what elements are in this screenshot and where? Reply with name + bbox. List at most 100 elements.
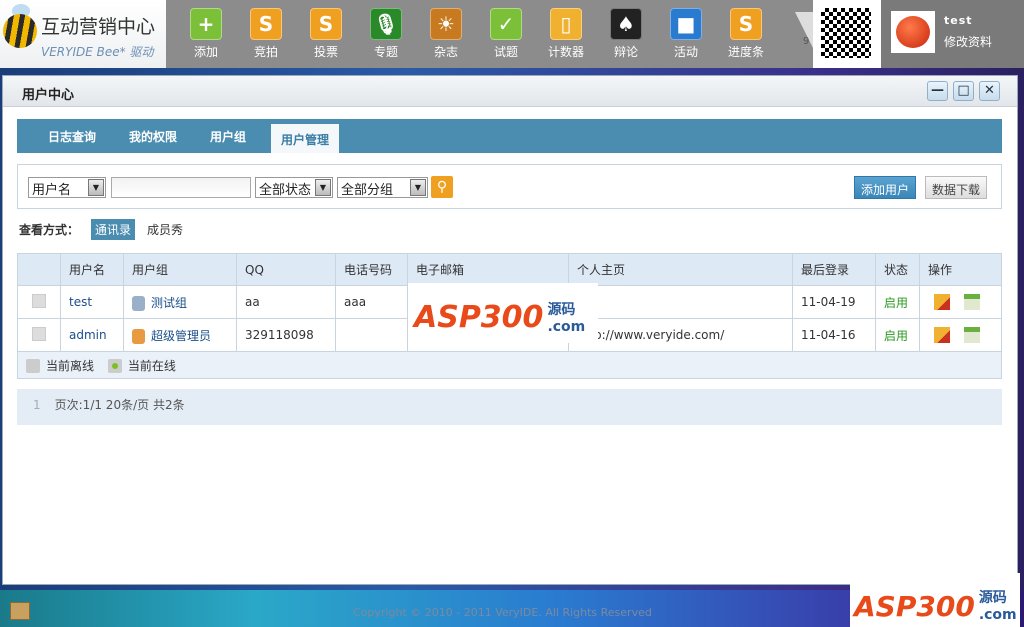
offline-status-icon[interactable]	[32, 326, 46, 341]
column-header: 用户名	[60, 253, 124, 286]
status-enabled[interactable]: 启用	[884, 329, 908, 343]
qq-cell: 329118098	[236, 318, 336, 352]
qq-cell: aa	[236, 285, 336, 319]
nav-label: 辩论	[613, 45, 638, 59]
check-icon: ✓	[490, 8, 522, 40]
column-header: 用户组	[123, 253, 237, 286]
nav-item-1[interactable]: S 竞拍	[236, 8, 296, 60]
maximize-button[interactable]: □	[953, 81, 974, 101]
legend-offline: 当前离线	[46, 358, 95, 373]
search-field-select[interactable]: 用户名 ▼	[28, 177, 106, 198]
column-header: 最后登录	[792, 253, 876, 286]
logo[interactable]: 互动营销中心 VERYIDE Bee* 驱动	[0, 0, 166, 68]
chevron-down-icon: ▼	[315, 179, 331, 196]
table-header-row: 用户名 用户组 QQ 电话号码 电子邮箱 个人主页 最后登录 状态 操作	[17, 253, 1002, 286]
watermark-corner: ASP300 源码 .com	[850, 573, 1020, 627]
nav-label: 竞拍	[253, 45, 278, 59]
page-info: 页次:1/1 20条/页 共2条	[54, 398, 185, 412]
nav-item-4[interactable]: ☀ 杂志	[416, 8, 476, 60]
chevron-down-icon: ▼	[88, 179, 104, 196]
edit-profile-link[interactable]: 修改资料	[944, 33, 992, 50]
tab-my-permissions[interactable]: 我的权限	[129, 128, 177, 145]
watermark-text: ASP300	[414, 300, 544, 335]
close-button[interactable]: ✕	[979, 81, 1000, 101]
nav-label: 专题	[373, 45, 398, 59]
view-contacts-option[interactable]: 通讯录	[91, 219, 136, 240]
column-header: 操作	[919, 253, 1002, 286]
phone-cell: aaa	[335, 285, 408, 319]
delete-recycle-icon[interactable]	[964, 294, 980, 310]
phone-cell	[335, 318, 408, 352]
search-input[interactable]	[111, 177, 251, 198]
group-link[interactable]: 测试组	[151, 296, 187, 310]
offline-status-icon[interactable]	[32, 293, 46, 308]
column-header: QQ	[236, 253, 336, 286]
devil-face-icon	[896, 16, 930, 48]
chevron-down-icon: ▼	[410, 179, 426, 196]
last-login-cell: 11-04-16	[792, 318, 876, 352]
tab-user-management[interactable]: 用户管理	[271, 124, 340, 153]
nav-item-9[interactable]: S 进度条	[716, 8, 776, 60]
nav-item-5[interactable]: ✓ 试题	[476, 8, 536, 60]
download-data-button[interactable]: 数据下载	[925, 176, 988, 199]
nav-item-8[interactable]: ■ 活动	[656, 8, 716, 60]
nav-item-7[interactable]: ♠ 辩论	[596, 8, 656, 60]
view-members-option[interactable]: 成员秀	[143, 219, 187, 240]
search-button[interactable]: ⚲	[431, 176, 453, 198]
legend-online: 当前在线	[127, 358, 176, 373]
pagination: 1 页次:1/1 20条/页 共2条	[17, 389, 1002, 425]
watermark: ASP300 源码 .com	[408, 283, 598, 343]
nav-label: 试题	[493, 45, 518, 59]
user-icon[interactable]	[10, 602, 30, 620]
window-title: 用户中心	[22, 88, 75, 103]
nav-label: 投票	[313, 45, 338, 59]
nav-label: 杂志	[433, 45, 458, 59]
medal-icon	[132, 328, 145, 344]
watermark-suffix: 源码 .com	[978, 590, 1017, 623]
user-name: test	[944, 14, 973, 27]
plus-icon: +	[190, 8, 222, 40]
nav-label: 活动	[673, 45, 698, 59]
qr-code	[813, 0, 881, 68]
user-name-link[interactable]: test	[69, 295, 92, 309]
nav-item-2[interactable]: S 投票	[296, 8, 356, 60]
nav-badge: 9	[803, 36, 810, 47]
watermark-suffix: 源码 .com	[547, 302, 586, 335]
add-user-button[interactable]: 添加用户	[854, 176, 917, 199]
avatar[interactable]	[891, 11, 935, 53]
search-field-value: 用户名	[32, 183, 72, 198]
page-number[interactable]: 1	[33, 398, 41, 412]
video-icon: ■	[670, 8, 702, 40]
edit-pencil-icon[interactable]	[934, 294, 950, 310]
qr-code-icon	[821, 8, 871, 58]
status-select[interactable]: 全部状态 ▼	[255, 177, 333, 198]
group-value: 全部分组	[341, 183, 394, 198]
column-header	[17, 253, 61, 286]
minimize-button[interactable]: —	[927, 81, 948, 101]
tab-bar: 日志查询 我的权限 用户组 用户管理	[17, 119, 1002, 153]
status-enabled[interactable]: 启用	[884, 296, 908, 310]
progress-icon: S	[730, 8, 762, 40]
view-mode-label: 查看方式：	[19, 223, 80, 237]
column-header: 电话号码	[335, 253, 408, 286]
column-header: 电子邮箱	[407, 253, 569, 286]
group-select[interactable]: 全部分组 ▼	[337, 177, 428, 198]
nav-item-3[interactable]: 🎙 专题	[356, 8, 416, 60]
group-link[interactable]: 超级管理员	[151, 329, 211, 343]
legend-row: 当前离线 当前在线	[17, 351, 1002, 379]
medal-icon	[132, 295, 145, 311]
vote-icon: S	[310, 8, 342, 40]
edit-pencil-icon[interactable]	[934, 327, 950, 343]
logo-title: 互动营销中心	[41, 16, 156, 38]
nav-label: 添加	[193, 45, 218, 59]
tab-log-query[interactable]: 日志查询	[48, 128, 96, 145]
cards-icon: ♠	[610, 8, 642, 40]
delete-recycle-icon[interactable]	[964, 327, 980, 343]
tab-user-groups[interactable]: 用户组	[210, 128, 246, 145]
user-name-link[interactable]: admin	[69, 328, 107, 342]
offline-icon	[26, 359, 40, 373]
bee-icon	[3, 14, 37, 48]
nav-item-6[interactable]: ▯ 计数器	[536, 8, 596, 60]
microphone-icon: 🎙	[370, 8, 402, 40]
nav-item-0[interactable]: + 添加	[176, 8, 236, 60]
